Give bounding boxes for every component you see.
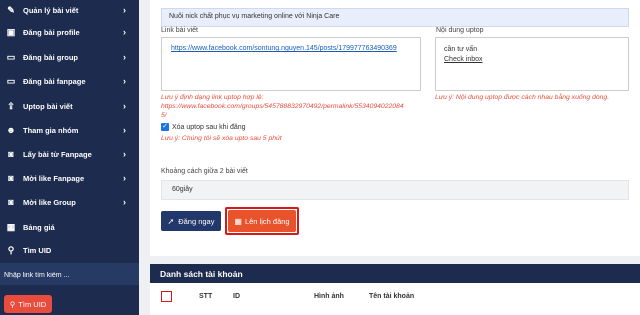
post-link-note: Lưu ý định dạng link uptop hợp lệ: https… <box>161 93 423 120</box>
post-link-note-line1: Lưu ý định dạng link uptop hợp lệ: <box>161 94 264 101</box>
column-account-name[interactable]: Tên tài khoản <box>369 293 414 300</box>
monitor-icon: ▭ <box>6 51 16 62</box>
content-line-2: Check inbox <box>444 56 483 63</box>
sidebar-item-label: Đăng bài group <box>23 52 78 62</box>
sidebar-item-tìm-uid[interactable]: ⚲ Tìm UID <box>0 238 139 262</box>
content-textarea[interactable]: cần tư vấn Check inbox <box>435 37 629 91</box>
sidebar-item-label: Quản lý bài viết <box>23 5 79 15</box>
chevron-right-icon: › <box>123 149 126 159</box>
cursor-icon: ➚ <box>167 216 175 226</box>
sidebar-item-label: Đăng bài fanpage <box>23 76 86 86</box>
post-now-label: Đăng ngay <box>178 216 215 226</box>
post-link-label: Link bài viết <box>161 27 198 34</box>
sidebar-item-mời-like-group[interactable]: ◙ Mời like Group › <box>0 190 139 214</box>
search-icon: ⚲ <box>7 244 15 255</box>
schedule-label: Lên lịch đăng <box>244 216 290 226</box>
chevron-right-icon: › <box>123 52 126 62</box>
promo-banner-text: Nuôi nick chất phục vụ marketing online … <box>169 13 340 20</box>
accounts-header: Danh sách tài khoản <box>150 264 640 283</box>
find-uid-button[interactable]: ⚲ Tìm UID <box>4 295 52 313</box>
content-label: Nội dung uptop <box>436 27 484 34</box>
select-all-checkbox[interactable] <box>161 291 172 302</box>
sidebar-item-label: Tìm UID <box>23 245 52 255</box>
image-icon: ▣ <box>6 26 16 37</box>
accounts-panel: Danh sách tài khoản STT ID Hình ảnh Tên … <box>150 264 640 315</box>
sidebar-item-uptop-bài-viết[interactable]: ⇪ Uptop bài viết › <box>0 94 139 118</box>
calendar-icon: ▦ <box>234 216 242 226</box>
chevron-right-icon: › <box>123 5 126 15</box>
promo-banner[interactable]: Nuôi nick chất phục vụ marketing online … <box>161 8 629 27</box>
uptop-form-card: Nuôi nick chất phục vụ marketing online … <box>150 0 640 256</box>
post-link-value: https://www.facebook.com/sontung.nguyen.… <box>171 45 397 52</box>
chevron-right-icon: › <box>123 27 126 37</box>
sidebar: ✎ Quản lý bài viết › ▣ Đăng bài profile › ▭ Đăn… <box>0 0 140 315</box>
table-icon: ▦ <box>6 221 16 232</box>
sidebar-item-label: Tham gia nhóm <box>23 125 79 135</box>
sidebar-item-label: Uptop bài viết <box>23 101 73 111</box>
uid-search-input[interactable] <box>2 266 140 284</box>
chevron-right-icon: › <box>123 173 126 183</box>
sidebar-item-bảng-giá[interactable]: ▦ Bảng giá <box>0 215 139 239</box>
chevron-right-icon: › <box>123 101 126 111</box>
search-icon: ⚲ <box>9 299 16 309</box>
delete-uptop-label: Xóa uptop sau khi đăng <box>172 124 246 131</box>
sidebar-item-label: Đăng bài profile <box>23 27 80 37</box>
post-link-note-line2: https://www.facebook.com/groups/54578883… <box>161 103 404 110</box>
sidebar-item-đăng-bài-group[interactable]: ▭ Đăng bài group › <box>0 45 139 69</box>
accounts-title: Danh sách tài khoản <box>160 269 243 279</box>
sidebar-item-quản-lý-bài-viết[interactable]: ✎ Quản lý bài viết › <box>0 0 139 22</box>
sidebar-item-label: Bảng giá <box>23 222 55 232</box>
sidebar-item-lấy-bài-từ-fanpage[interactable]: ◙ Lấy bài từ Fanpage › <box>0 142 139 166</box>
sidebar-item-tham-gia-nhóm[interactable]: ☻ Tham gia nhóm › <box>0 118 139 142</box>
column-image[interactable]: Hình ảnh <box>314 293 344 300</box>
interval-label: Khoảng cách giữa 2 bài viết <box>161 168 248 175</box>
chevron-right-icon: › <box>123 76 126 86</box>
sidebar-item-đăng-bài-profile[interactable]: ▣ Đăng bài profile › <box>0 20 139 44</box>
interval-value: 60giây <box>172 186 193 193</box>
thumbs-up-icon: ◙ <box>8 149 14 159</box>
delete-uptop-checkbox[interactable]: ✓ <box>161 123 169 131</box>
sidebar-item-label: Lấy bài từ Fanpage <box>23 149 92 159</box>
users-icon: ☻ <box>6 125 16 135</box>
upload-icon: ⇪ <box>7 100 15 111</box>
content-note: Lưu ý: Nội dung uptop được cách nhau bằn… <box>435 94 610 101</box>
delete-note: Lưu ý: Chúng tôi sẽ xóa upto sau 5 phút <box>161 135 282 142</box>
monitor-icon: ▭ <box>6 75 16 86</box>
interval-select[interactable]: 60giây <box>161 180 629 200</box>
sidebar-item-mời-like-fanpage[interactable]: ◙ Mời like Fanpage › <box>0 166 139 190</box>
sidebar-item-label: Mời like Fanpage <box>23 173 85 183</box>
schedule-button[interactable]: ▦ Lên lịch đăng <box>228 210 296 232</box>
uid-search-row <box>0 263 140 285</box>
chevron-right-icon: › <box>123 197 126 207</box>
sidebar-item-label: Mời like Group <box>23 197 76 207</box>
chevron-right-icon: › <box>123 125 126 135</box>
post-now-button[interactable]: ➚ Đăng ngay <box>161 211 221 231</box>
pencil-icon: ✎ <box>7 4 15 15</box>
thumbs-up-icon: ◙ <box>8 173 14 183</box>
content-line-1: cần tư vấn <box>444 46 478 53</box>
find-uid-label: Tìm UID <box>18 299 47 309</box>
post-link-textarea[interactable]: https://www.facebook.com/sontung.nguyen.… <box>161 37 421 91</box>
column-id[interactable]: ID <box>233 293 240 300</box>
post-link-note-line3: 5/ <box>161 112 167 119</box>
column-stt[interactable]: STT <box>199 293 212 300</box>
sidebar-item-đăng-bài-fanpage[interactable]: ▭ Đăng bài fanpage › <box>0 69 139 93</box>
thumbs-up-icon: ◙ <box>8 197 14 207</box>
